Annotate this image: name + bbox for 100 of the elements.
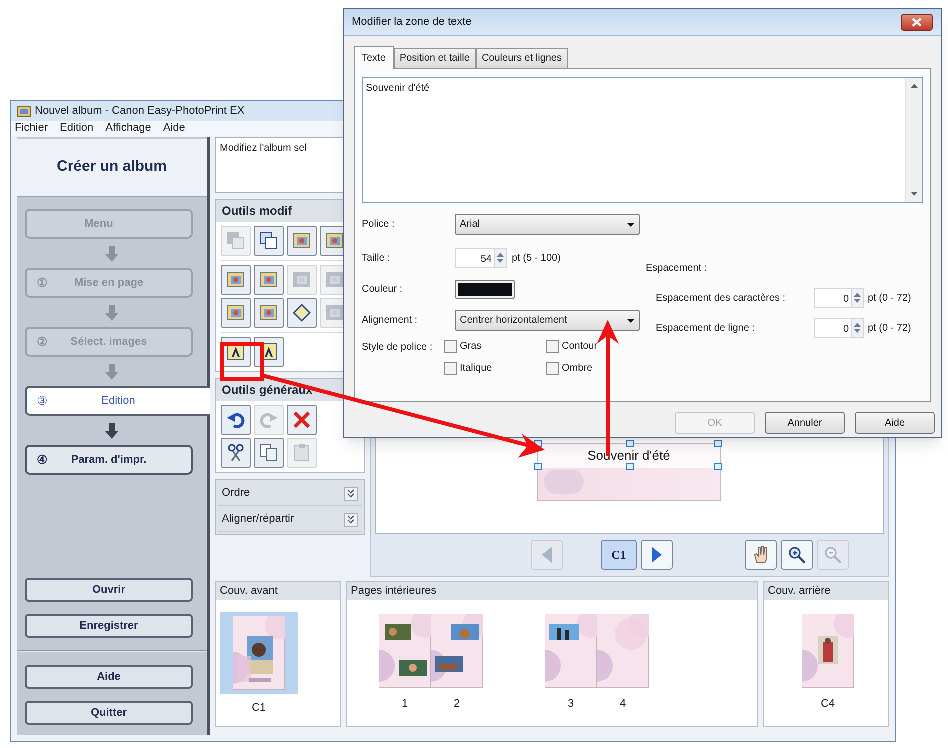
tool-button[interactable] bbox=[287, 298, 317, 328]
spinner-arrows-icon bbox=[854, 322, 861, 334]
tab[interactable]: Texte bbox=[354, 46, 394, 69]
panel-title: Couv. avant bbox=[216, 582, 340, 600]
selection-handle[interactable] bbox=[714, 463, 722, 470]
unit-label: pt (0 - 72) bbox=[868, 292, 912, 306]
photo-icon bbox=[226, 303, 246, 323]
sidebar-button[interactable]: Aide bbox=[25, 665, 193, 689]
checkbox[interactable] bbox=[546, 340, 559, 353]
dialog-title: Modifier la zone de texte bbox=[352, 14, 472, 30]
photo-icon bbox=[325, 270, 345, 290]
field-label: Couleur : bbox=[362, 283, 404, 297]
diamond-icon bbox=[292, 303, 312, 323]
sidebar-button[interactable]: Ouvrir bbox=[25, 578, 193, 602]
tab[interactable]: Position et taille bbox=[394, 48, 476, 68]
checkbox-label: Gras bbox=[460, 340, 482, 354]
down-arrow-icon bbox=[105, 364, 119, 380]
text-box[interactable]: Souvenir d'été bbox=[538, 444, 720, 468]
selection-handle[interactable] bbox=[626, 440, 634, 447]
unit-label: pt (5 - 100) bbox=[512, 252, 561, 266]
panel-title: Outils modif bbox=[221, 203, 293, 220]
down-arrow-icon bbox=[105, 422, 119, 438]
section-label[interactable]: Ordre bbox=[222, 485, 250, 502]
squares-icon bbox=[226, 231, 246, 251]
copy-icon bbox=[259, 443, 279, 463]
checkbox-label: Contour bbox=[562, 340, 598, 354]
selection-handle[interactable] bbox=[534, 463, 542, 470]
menu-item[interactable]: Edition bbox=[60, 120, 94, 137]
page-label: C1 bbox=[252, 701, 266, 716]
page-label: C4 bbox=[820, 697, 836, 712]
page-label: 3 bbox=[568, 697, 574, 712]
down-arrow-icon bbox=[105, 246, 119, 262]
spinner-arrows-icon bbox=[854, 292, 861, 304]
scrollbar[interactable] bbox=[905, 78, 922, 202]
photo-icon bbox=[325, 231, 345, 251]
spinner-arrows-icon bbox=[497, 252, 504, 264]
menu-item[interactable]: Aide bbox=[163, 120, 186, 137]
spin-field[interactable]: 0 bbox=[814, 288, 864, 308]
photo-icon bbox=[226, 270, 246, 290]
caret-icon bbox=[627, 318, 635, 322]
field-label: Style de police : bbox=[362, 341, 434, 355]
zoom-in-button[interactable] bbox=[781, 540, 813, 570]
photo-icon bbox=[325, 303, 345, 323]
panel-title: Couv. arrière bbox=[764, 582, 888, 600]
highlight-frame bbox=[220, 342, 264, 381]
tab[interactable]: Couleurs et lignes bbox=[476, 48, 568, 68]
app-icon bbox=[17, 105, 31, 117]
step-button[interactable]: ③ Edition bbox=[25, 386, 210, 416]
page-button[interactable]: C1 bbox=[601, 540, 637, 570]
page-label: 1 bbox=[402, 697, 408, 712]
checkbox[interactable] bbox=[444, 340, 457, 353]
zoom-out-icon bbox=[824, 546, 842, 564]
tool-button[interactable] bbox=[254, 438, 284, 468]
checkbox-label: Ombre bbox=[562, 362, 593, 376]
caret-icon bbox=[627, 222, 635, 226]
page-label: 4 bbox=[620, 697, 626, 712]
next-button[interactable] bbox=[641, 540, 673, 570]
tool-button[interactable] bbox=[221, 438, 251, 468]
checkbox[interactable] bbox=[546, 362, 559, 375]
menu-item[interactable]: Fichier bbox=[15, 120, 48, 137]
squares-icon bbox=[259, 231, 279, 251]
spread-thumbnail[interactable] bbox=[543, 612, 651, 690]
photo-icon bbox=[292, 270, 312, 290]
clipboard-icon bbox=[292, 443, 312, 463]
menu-item[interactable]: Affichage bbox=[106, 120, 152, 137]
spread-thumbnail[interactable] bbox=[220, 612, 298, 694]
scissors-icon bbox=[226, 443, 246, 463]
delete-icon bbox=[292, 410, 312, 430]
section-label[interactable]: Aligner/répartir bbox=[222, 511, 294, 528]
zoom-in-icon bbox=[788, 546, 806, 564]
color-swatch[interactable] bbox=[455, 280, 515, 299]
checkbox[interactable] bbox=[444, 362, 457, 375]
spin-field[interactable]: 0 bbox=[814, 318, 864, 338]
close-button[interactable] bbox=[901, 14, 933, 30]
sidebar-button[interactable]: Quitter bbox=[25, 701, 193, 725]
dialog-button[interactable]: Aide bbox=[855, 412, 935, 434]
hand-tool-button[interactable] bbox=[745, 540, 777, 570]
step-button[interactable]: ④ Param. d'impr. bbox=[25, 445, 193, 475]
tool-button[interactable] bbox=[221, 405, 251, 435]
photo-icon bbox=[259, 303, 279, 323]
right-triangle-icon bbox=[652, 547, 662, 563]
sidebar-button[interactable]: Enregistrer bbox=[25, 614, 193, 638]
field-label: Espacement des caractères : bbox=[656, 292, 787, 306]
dropdown[interactable]: Centrer horizontalement bbox=[455, 310, 640, 331]
dialog-button[interactable]: Annuler bbox=[765, 412, 845, 434]
close-icon bbox=[912, 18, 922, 26]
selection-handle[interactable] bbox=[626, 463, 634, 470]
photo-icon bbox=[292, 231, 312, 251]
left-triangle-icon bbox=[542, 547, 552, 563]
panel-title: Outils généraux bbox=[221, 382, 314, 399]
field-label: Police : bbox=[362, 218, 396, 232]
up-arrow-icon bbox=[910, 84, 918, 88]
text-area[interactable]: Souvenir d'été bbox=[362, 77, 923, 203]
dropdown[interactable]: Arial bbox=[455, 214, 640, 235]
group-label: Espacement : bbox=[646, 262, 708, 276]
selection-handle[interactable] bbox=[714, 440, 722, 447]
tool-button[interactable] bbox=[254, 226, 284, 256]
spin-field[interactable]: 54 bbox=[455, 248, 507, 268]
panel-title: Pages intérieures bbox=[347, 582, 757, 600]
spread-thumbnail[interactable] bbox=[377, 612, 485, 690]
